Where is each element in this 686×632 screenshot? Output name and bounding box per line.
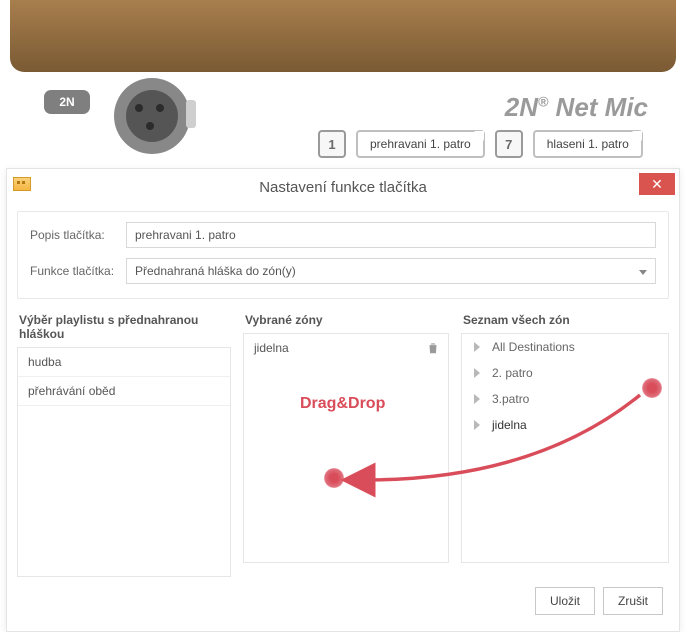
save-button[interactable]: Uložit (535, 587, 595, 615)
selected-zones-title: Vybrané zóny (243, 313, 449, 333)
close-button[interactable]: ✕ (639, 173, 675, 195)
func-select[interactable]: Přednahraná hláška do zón(y) (126, 258, 656, 284)
device-button-chip[interactable]: hlaseni 1. patro (533, 130, 643, 158)
brand-logo: 2N (44, 90, 90, 114)
zone-tree-item[interactable]: 2. patro (462, 360, 668, 386)
device-button-number[interactable]: 7 (495, 130, 523, 158)
all-zones-title: Seznam všech zón (461, 313, 669, 333)
xlr-connector-icon (114, 78, 190, 154)
button-settings-modal: Nastavení funkce tlačítka ✕ Popis tlačít… (6, 168, 680, 632)
device-button-chip[interactable]: prehravani 1. patro (356, 130, 485, 158)
device-panel: 2N 2N® Net Mic 1 prehravani 1. patro 7 h… (10, 0, 676, 170)
all-zones-list: All Destinations 2. patro 3.patro jideln… (461, 333, 669, 563)
func-select-value: Přednahraná hláška do zón(y) (135, 264, 296, 278)
modal-footer: Uložit Zrušit (17, 577, 669, 621)
device-top-strip (10, 0, 676, 72)
device-title: 2N® Net Mic (505, 92, 648, 123)
playlist-item[interactable]: přehrávání oběd (18, 377, 230, 406)
device-button-row: 1 prehravani 1. patro 7 hlaseni 1. patro (318, 130, 643, 158)
selected-zone-item[interactable]: jidelna (244, 334, 448, 362)
trash-icon[interactable] (426, 340, 440, 356)
form-frame: Popis tlačítka: Funkce tlačítka: Přednah… (17, 211, 669, 299)
playlist-column-title: Výběr playlistu s přednahranou hláškou (17, 313, 231, 347)
cancel-button[interactable]: Zrušit (603, 587, 663, 615)
desc-input[interactable] (126, 222, 656, 248)
func-label: Funkce tlačítka: (30, 264, 116, 278)
playlist-item[interactable]: hudba (18, 348, 230, 377)
close-icon: ✕ (651, 176, 663, 193)
modal-title: Nastavení funkce tlačítka (259, 179, 427, 196)
playlist-list: hudba přehrávání oběd (17, 347, 231, 577)
modal-titlebar: Nastavení funkce tlačítka ✕ (7, 169, 679, 205)
device-button-number[interactable]: 1 (318, 130, 346, 158)
desc-label: Popis tlačítka: (30, 228, 116, 242)
zone-tree-item[interactable]: 3.patro (462, 386, 668, 412)
window-icon (13, 177, 31, 191)
zone-tree-item[interactable]: jidelna (462, 412, 668, 438)
selected-zones-list[interactable]: jidelna (243, 333, 449, 563)
zone-tree-item[interactable]: All Destinations (462, 334, 668, 360)
